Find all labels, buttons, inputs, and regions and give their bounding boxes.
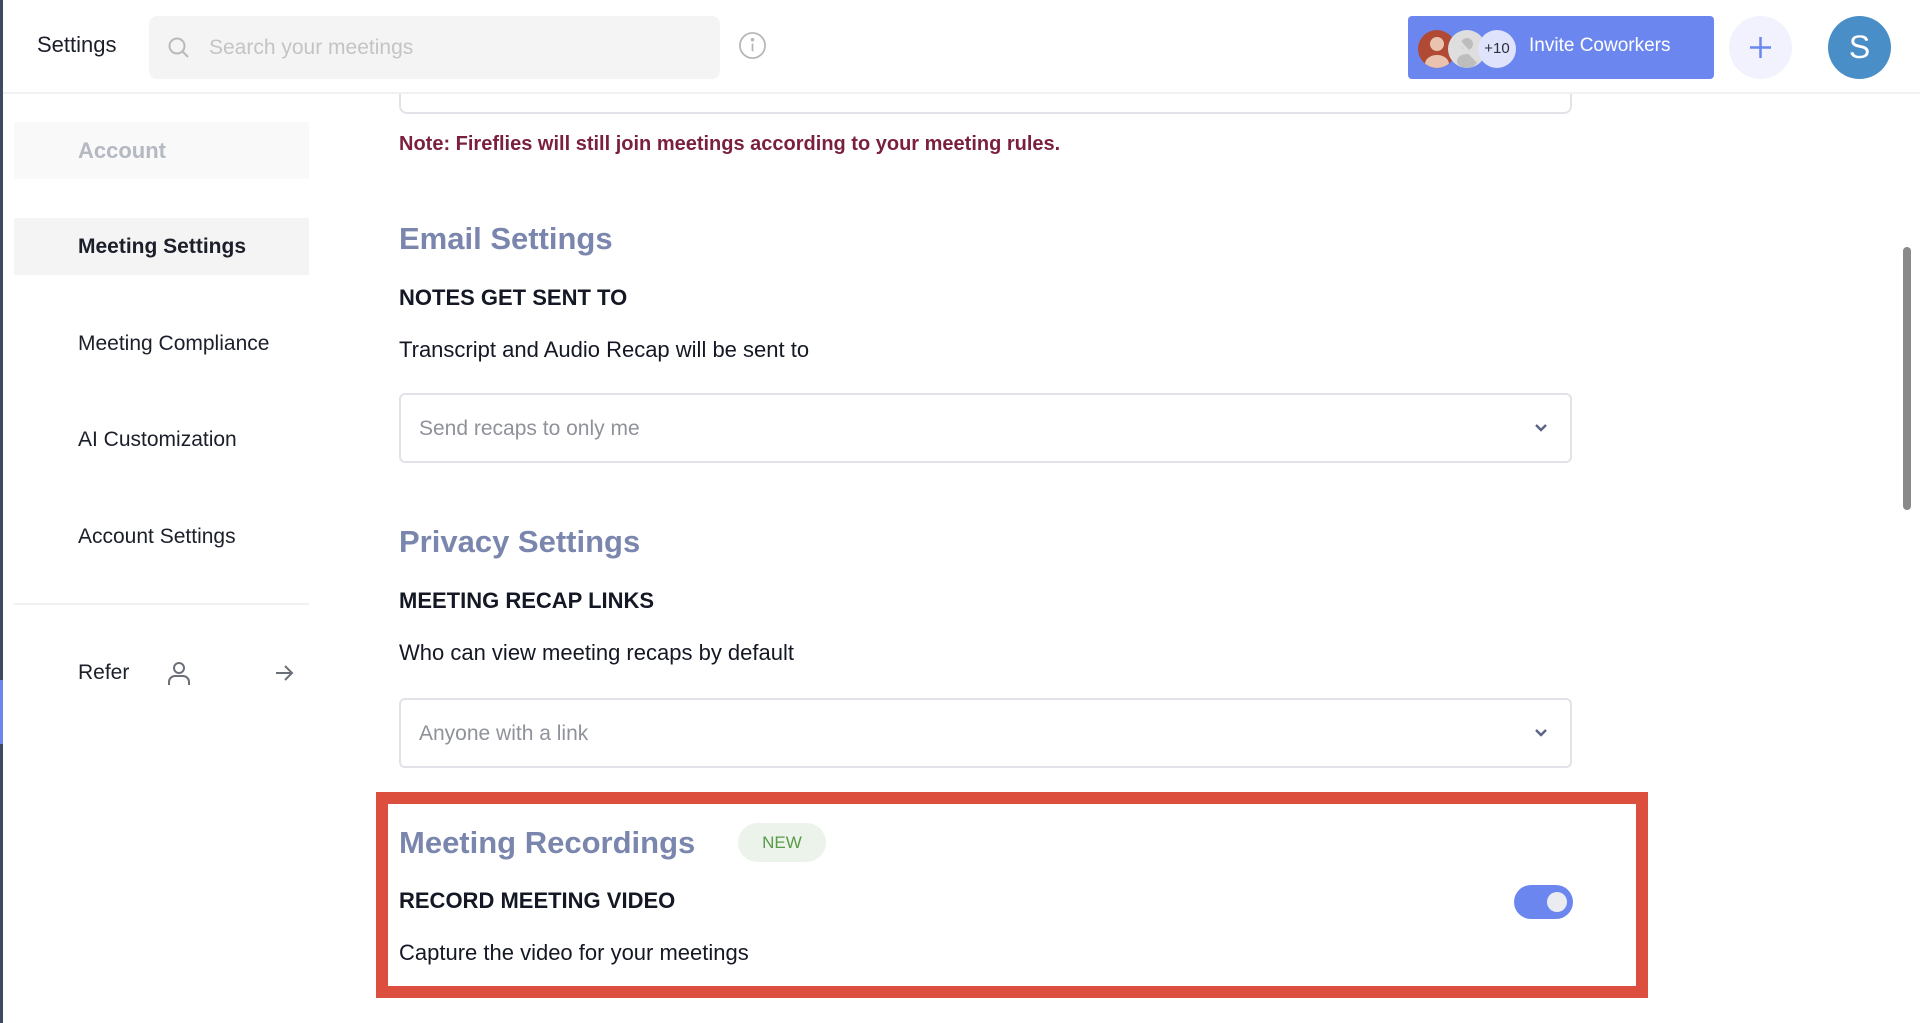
notes-sent-to-description: Transcript and Audio Recap will be sent … (399, 337, 810, 362)
plus-icon (1750, 37, 1771, 58)
scrollbar-thumb[interactable] (1903, 247, 1911, 510)
search-bar[interactable] (149, 16, 720, 79)
page-title: Settings (37, 32, 117, 57)
meeting-recordings-heading: Meeting Recordings (399, 825, 696, 860)
email-settings-heading: Email Settings (399, 221, 613, 256)
sidebar-section-account: Account (14, 122, 309, 179)
meeting-recap-links-description: Who can view meeting recaps by default (399, 640, 794, 665)
recap-recipients-dropdown[interactable]: Send recaps to only me (399, 393, 1572, 463)
recap-recipients-value: Send recaps to only me (419, 417, 640, 440)
more-coworkers-count: +10 (1478, 30, 1516, 68)
chevron-down-icon (1535, 729, 1547, 737)
sidebar-item-refer[interactable]: Refer (14, 644, 309, 701)
sidebar-item-ai-customization[interactable]: AI Customization (14, 411, 309, 468)
top-header: Settings +10 Invite Coworkers S (3, 0, 1920, 94)
invite-coworkers-label: Invite Coworkers (1529, 35, 1671, 56)
record-meeting-video-toggle[interactable] (1514, 885, 1573, 919)
left-edge-active-indicator (0, 680, 3, 744)
sidebar-divider (14, 603, 309, 605)
invite-coworkers-button[interactable]: +10 Invite Coworkers (1408, 16, 1714, 79)
sidebar-item-meeting-compliance[interactable]: Meeting Compliance (14, 315, 309, 372)
chevron-down-icon (1535, 424, 1547, 432)
search-icon (168, 37, 189, 58)
record-meeting-video-label: RECORD MEETING VIDEO (399, 888, 676, 913)
meeting-recap-links-label: MEETING RECAP LINKS (399, 588, 655, 613)
user-avatar[interactable]: S (1828, 16, 1891, 79)
sidebar-item-account-settings[interactable]: Account Settings (14, 508, 309, 565)
info-icon[interactable] (738, 31, 767, 60)
new-badge: NEW (738, 823, 826, 862)
refer-label: Refer (78, 661, 130, 684)
meeting-rules-note: Note: Fireflies will still join meetings… (399, 133, 1061, 155)
recap-links-access-dropdown[interactable]: Anyone with a link (399, 698, 1572, 768)
arrow-right-icon (276, 665, 294, 681)
person-icon (168, 662, 190, 685)
recap-links-access-value: Anyone with a link (419, 722, 589, 745)
sidebar-item-meeting-settings[interactable]: Meeting Settings (14, 218, 309, 275)
record-meeting-video-description: Capture the video for your meetings (399, 940, 749, 965)
notes-sent-to-label: NOTES GET SENT TO (399, 285, 628, 310)
add-button[interactable] (1729, 16, 1792, 79)
search-input[interactable] (209, 16, 709, 79)
left-edge-bar (0, 0, 3, 1023)
toggle-knob (1547, 892, 1567, 912)
privacy-settings-heading: Privacy Settings (399, 524, 641, 559)
